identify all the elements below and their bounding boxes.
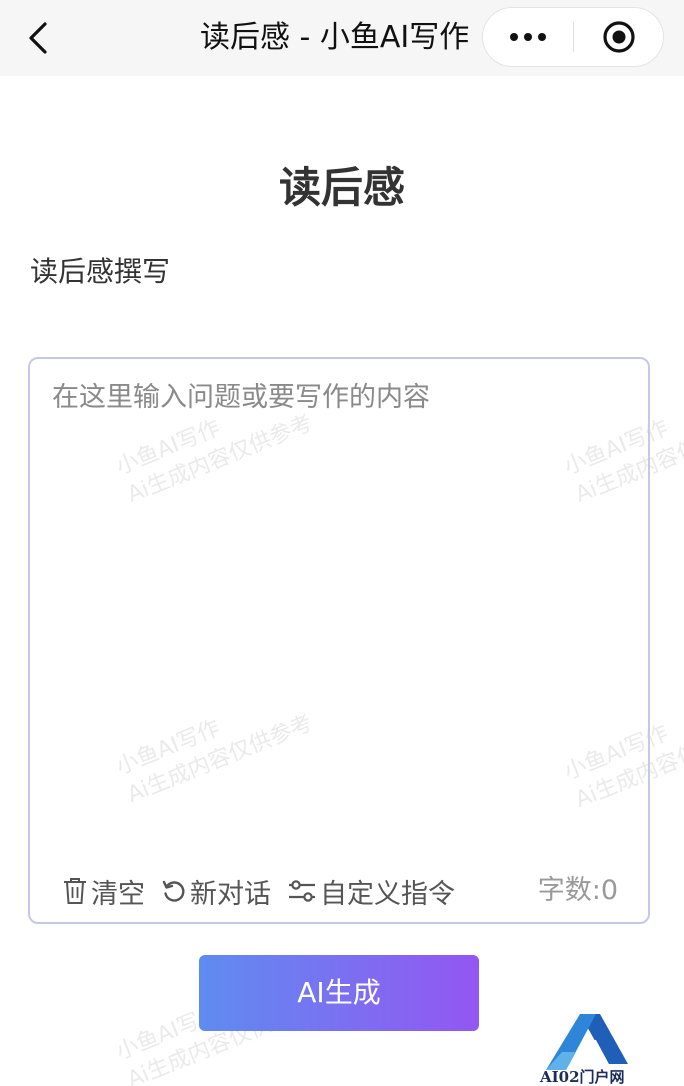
sliders-icon [289,880,315,902]
input-toolbar: 清空 新对话 自定义指令 [62,871,471,911]
nav-title: 读后感 - 小鱼AI写作 [200,20,470,55]
ai-generate-button[interactable]: AI生成 [199,955,479,1031]
back-button[interactable] [18,16,58,60]
trash-icon [64,878,86,904]
refresh-icon [162,880,185,902]
more-button[interactable] [483,8,573,66]
page-title: 读后感 [278,163,405,212]
word-count: 字数:0 [537,875,618,906]
new-chat-button[interactable]: 新对话 [161,872,271,911]
top-navbar: 读后感 - 小鱼AI写作 [0,0,684,76]
chevron-left-icon [29,22,47,54]
page: 读后感 - 小鱼AI写作 小鱼AI写作 Ai生成内容仅供参考 小鱼AI写作 Ai… [0,0,684,1086]
content-input[interactable] [52,377,628,837]
site-logo-text: AI02门户网 [540,1068,625,1086]
section-subtitle: 读后感撰写 [30,255,171,288]
input-card: 清空 新对话 自定义指令 字数:0 [28,357,650,924]
mini-program-capsule [482,7,664,67]
target-circle-icon [603,21,635,53]
more-dots-icon [510,33,518,41]
close-mini-program-button[interactable] [574,8,664,66]
clear-button[interactable]: 清空 [62,872,145,911]
custom-instruction-button[interactable]: 自定义指令 [287,872,455,911]
